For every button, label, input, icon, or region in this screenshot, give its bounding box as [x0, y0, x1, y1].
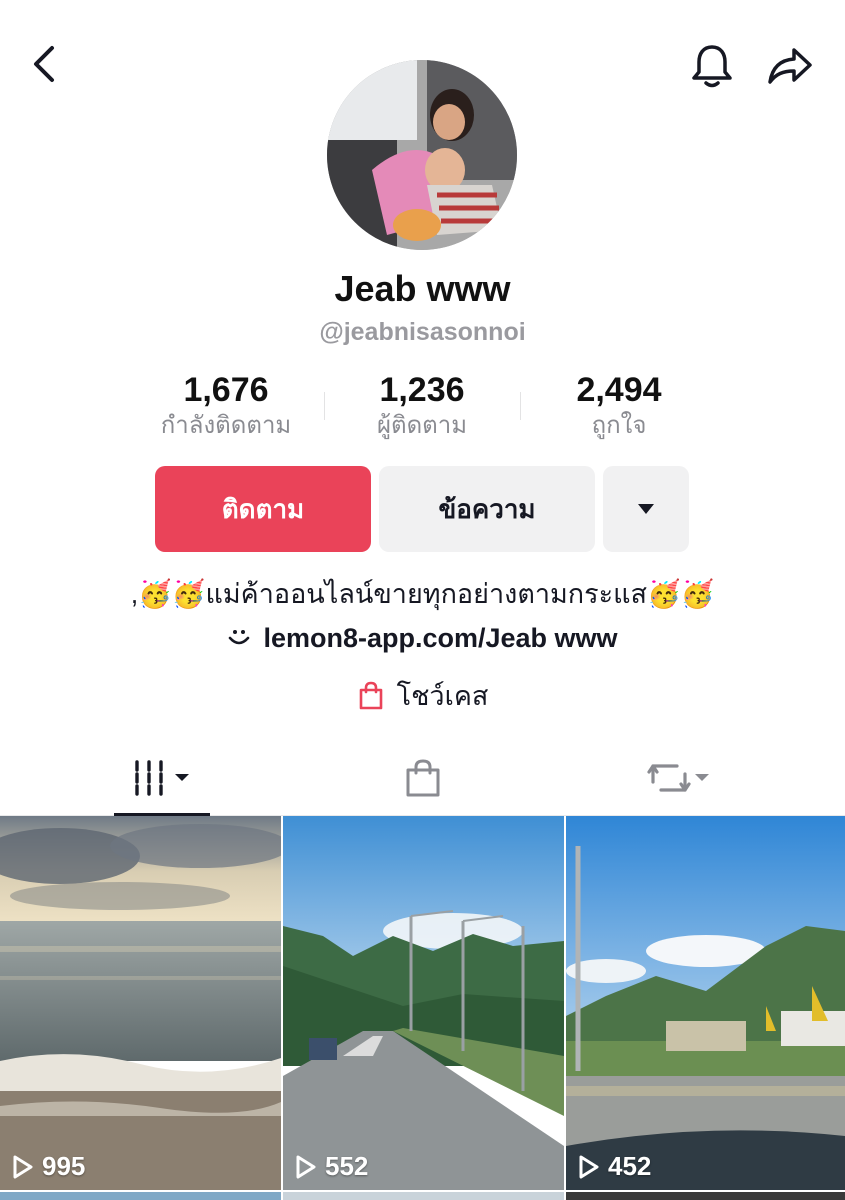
play-icon — [13, 1155, 33, 1178]
stat-likes[interactable]: 2,494 ถูกใจ — [519, 370, 719, 442]
bio-text: ,🥳🥳แม่ค้าออนไลน์ขายทุกอย่างตามกระแส🥳🥳 — [130, 579, 715, 609]
roadside-mountain-thumbnail — [566, 816, 845, 1190]
message-button[interactable]: ข้อความ — [379, 466, 595, 552]
chevron-left-icon — [34, 46, 54, 82]
more-options-button[interactable] — [603, 466, 689, 552]
profile-tabs — [0, 740, 845, 816]
view-count: 995 — [12, 1151, 85, 1182]
bell-icon — [692, 45, 732, 88]
stat-value: 1,236 — [379, 371, 465, 409]
avatar-photo — [327, 60, 517, 250]
stat-label: ถูกใจ — [591, 412, 647, 439]
video-thumbnail-partial[interactable] — [0, 1192, 281, 1200]
stat-divider — [520, 392, 521, 420]
video-grid: 995 552 452 — [0, 816, 845, 1200]
video-thumbnail-partial[interactable] — [283, 1192, 564, 1200]
display-name: Jeab www — [334, 268, 511, 309]
username: @jeabnisasonnoi — [319, 318, 526, 346]
video-thumbnail-partial[interactable] — [566, 1192, 845, 1200]
road-mountain-thumbnail — [283, 816, 564, 1190]
view-count-value: 995 — [42, 1151, 86, 1181]
view-count: 452 — [578, 1151, 651, 1182]
tab-videos[interactable] — [114, 740, 210, 816]
lemon8-smile-icon — [229, 630, 250, 645]
back-button[interactable] — [20, 40, 68, 88]
bio-link-text: lemon8-app.com/Jeab www — [263, 623, 618, 653]
video-grid-icon — [135, 759, 189, 796]
shopping-bag-icon — [406, 758, 440, 796]
bio-link[interactable]: lemon8-app.com/Jeab www — [0, 618, 845, 658]
notification-bell-button[interactable] — [684, 38, 740, 94]
view-count: 552 — [295, 1151, 368, 1182]
share-button[interactable] — [762, 38, 818, 94]
stat-label: กำลังติดตาม — [160, 412, 292, 439]
stat-label: ผู้ติดตาม — [376, 412, 468, 439]
stat-following[interactable]: 1,676 กำลังติดตาม — [126, 370, 326, 442]
profile-stats: 1,676 กำลังติดตาม 1,236 ผู้ติดตาม 2,494 … — [0, 370, 845, 450]
view-count-value: 452 — [608, 1151, 652, 1181]
caret-down-icon — [638, 504, 654, 514]
video-thumbnail[interactable]: 452 — [566, 816, 845, 1190]
showcase-label: โชว์เคส — [396, 681, 489, 711]
shopping-bag-icon — [359, 681, 382, 709]
beach-sunset-thumbnail — [0, 816, 281, 1190]
play-icon — [296, 1155, 316, 1178]
repost-icon — [647, 763, 709, 792]
video-thumbnail[interactable]: 552 — [283, 816, 564, 1190]
play-icon — [579, 1155, 599, 1178]
view-count-value: 552 — [325, 1151, 369, 1181]
stat-divider — [324, 392, 325, 420]
follow-button[interactable]: ติดตาม — [155, 466, 371, 552]
tab-repost[interactable] — [642, 740, 718, 815]
avatar[interactable] — [327, 60, 517, 250]
stat-value: 2,494 — [576, 371, 662, 409]
video-thumbnail[interactable]: 995 — [0, 816, 281, 1190]
showcase-link[interactable]: โชว์เคส — [0, 674, 845, 717]
stat-value: 1,676 — [183, 371, 269, 409]
share-arrow-icon — [768, 48, 812, 84]
tab-shop[interactable] — [395, 740, 451, 815]
stat-followers[interactable]: 1,236 ผู้ติดตาม — [322, 370, 522, 442]
